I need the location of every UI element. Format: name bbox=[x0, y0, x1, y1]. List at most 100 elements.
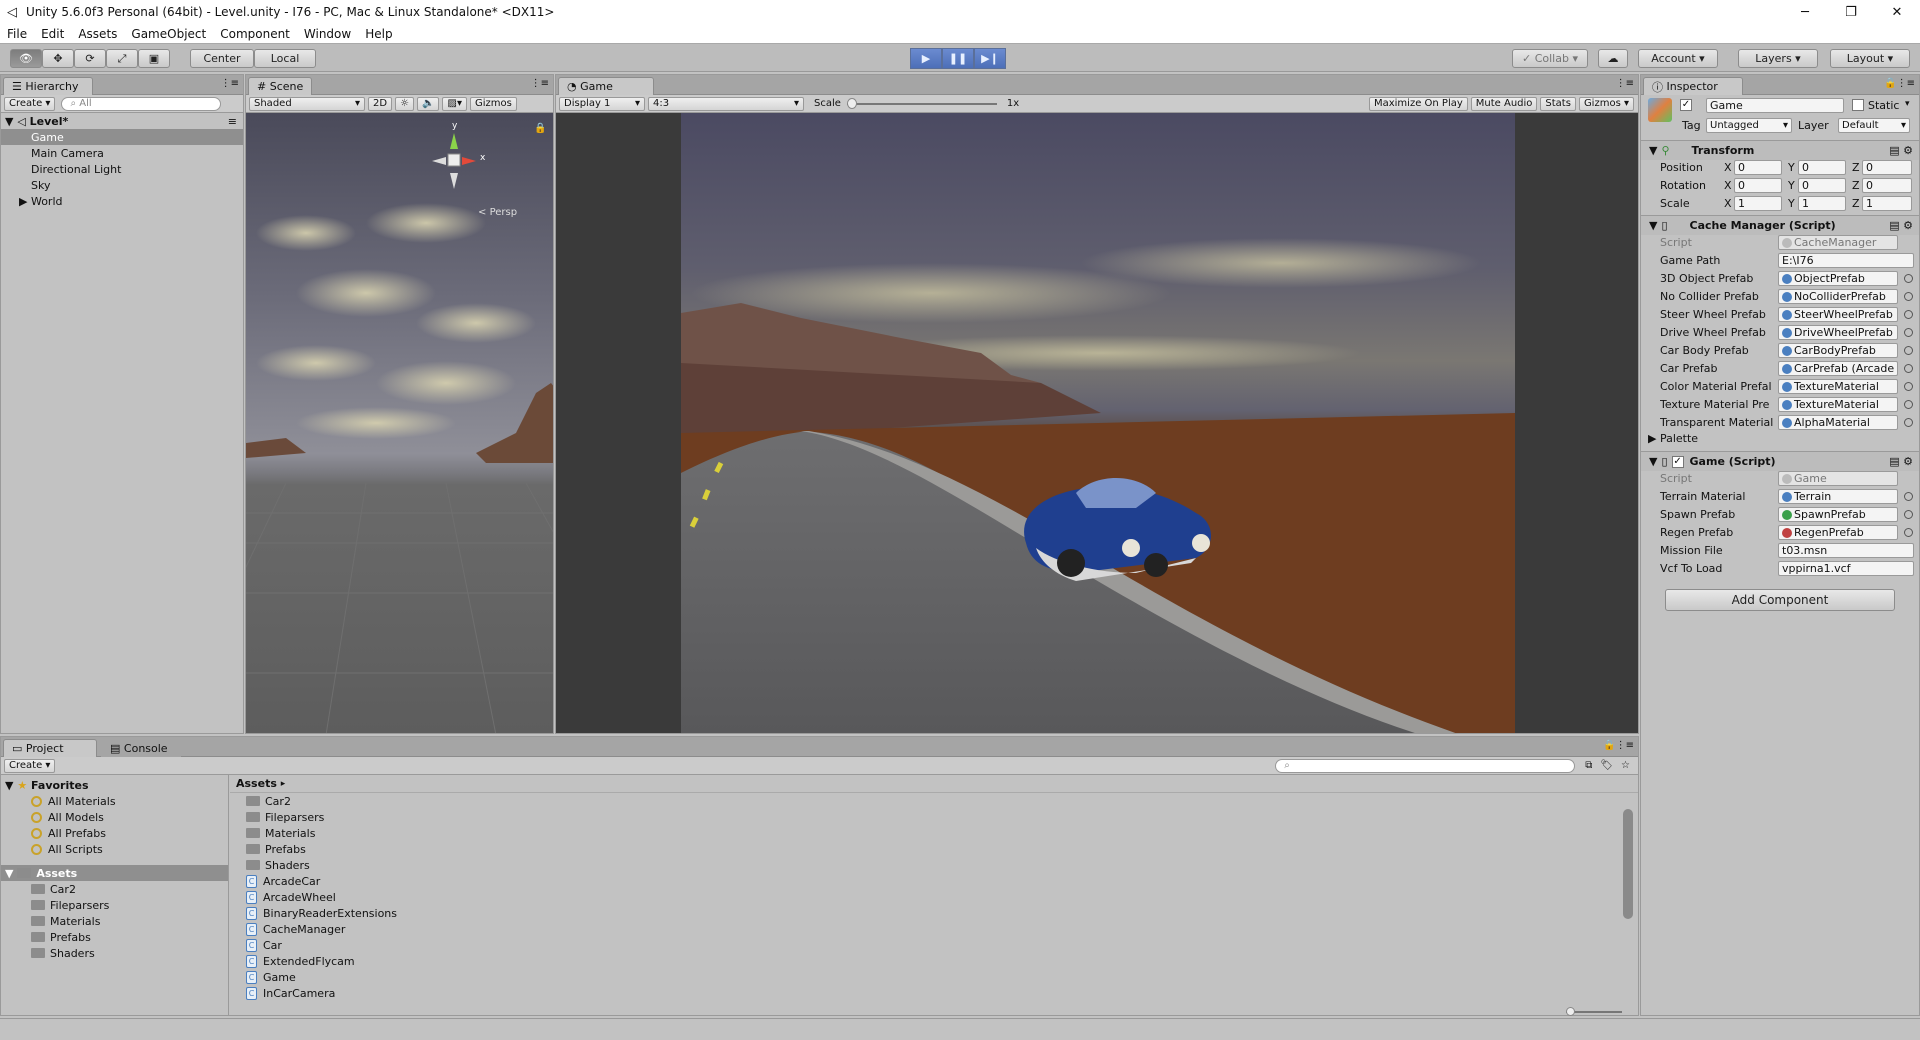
hierarchy-item-directional-light[interactable]: Directional Light bbox=[1, 161, 243, 177]
game-object-field[interactable]: SpawnPrefab bbox=[1778, 507, 1898, 522]
asset-list-item[interactable]: C BinaryReaderExtensions bbox=[246, 905, 1638, 921]
cache-manager-header[interactable]: ▼ ▯ Cache Manager (Script) ▤ ⚙ bbox=[1641, 215, 1919, 235]
stats-toggle[interactable]: Stats bbox=[1540, 96, 1576, 111]
tab-project[interactable]: ▭ Project bbox=[3, 739, 97, 757]
asset-list-item[interactable]: Prefabs bbox=[246, 841, 1638, 857]
aspect-dropdown[interactable]: 4:3 ▾ bbox=[648, 96, 804, 111]
project-create-button[interactable]: Create ▾ bbox=[4, 758, 56, 773]
cache-object-field[interactable]: CarPrefab (Arcade bbox=[1778, 361, 1898, 376]
favorite-item[interactable]: All Materials bbox=[1, 793, 228, 809]
tab-inspector[interactable]: ⓘ Inspector bbox=[1643, 77, 1743, 95]
menu-file[interactable]: File bbox=[0, 27, 34, 41]
palette-foldout[interactable]: ▶ Palette bbox=[1648, 432, 1698, 445]
asset-list-item[interactable]: Shaders bbox=[246, 857, 1638, 873]
cache-manager-script-field[interactable]: CacheManager bbox=[1778, 235, 1898, 250]
asset-folder-item[interactable]: Car2 bbox=[1, 881, 228, 897]
scene-root-level[interactable]: ▼ ◁ Level* ≡ bbox=[1, 113, 243, 129]
hierarchy-item-game[interactable]: Game bbox=[1, 129, 243, 145]
hierarchy-search-input[interactable]: ⌕ All bbox=[61, 96, 222, 111]
object-picker-icon[interactable] bbox=[1904, 492, 1913, 501]
cache-object-field[interactable]: NoColliderPrefab bbox=[1778, 289, 1898, 304]
layers-dropdown[interactable]: Layers ▾ bbox=[1738, 49, 1818, 68]
panel-menu-icon[interactable]: 🔒⋮≡ bbox=[1603, 740, 1634, 751]
scale-tool-button[interactable]: ⤢ bbox=[106, 49, 138, 68]
game-viewport[interactable] bbox=[556, 113, 1638, 733]
cache-object-field[interactable]: TextureMaterial bbox=[1778, 379, 1898, 394]
asset-list-item[interactable]: C ArcadeWheel bbox=[246, 889, 1638, 905]
layer-dropdown[interactable]: Default ▾ bbox=[1838, 118, 1910, 133]
transform-x-input[interactable]: 1 bbox=[1734, 196, 1782, 211]
audio-toggle[interactable]: 🔈 bbox=[417, 96, 440, 111]
favorite-item[interactable]: All Prefabs bbox=[1, 825, 228, 841]
layout-dropdown[interactable]: Layout ▾ bbox=[1830, 49, 1910, 68]
scene-menu-icon[interactable]: ≡ bbox=[228, 115, 237, 128]
hierarchy-item-main-camera[interactable]: Main Camera bbox=[1, 145, 243, 161]
filter-by-label-icon[interactable]: 🏷 bbox=[1600, 760, 1613, 771]
scale-slider-thumb[interactable] bbox=[846, 97, 857, 109]
toggle-2d-button[interactable]: 2D bbox=[368, 96, 393, 111]
static-dropdown-arrow[interactable]: ▾ bbox=[1905, 99, 1910, 109]
menu-window[interactable]: Window bbox=[297, 27, 358, 41]
icon-size-slider-thumb[interactable] bbox=[1566, 1007, 1575, 1016]
lighting-toggle[interactable]: ☼ bbox=[395, 96, 415, 111]
asset-list-item[interactable]: C ArcadeCar bbox=[246, 873, 1638, 889]
component-settings-icon[interactable]: ▤ ⚙ bbox=[1889, 219, 1913, 232]
game-script-enabled-checkbox[interactable]: ✓ bbox=[1671, 455, 1684, 468]
object-picker-icon[interactable] bbox=[1904, 418, 1913, 427]
close-button[interactable]: ✕ bbox=[1874, 0, 1920, 24]
cache-object-field[interactable]: DriveWheelPrefab bbox=[1778, 325, 1898, 340]
asset-list-item[interactable]: C ExtendedFlycam bbox=[246, 953, 1638, 969]
game-gizmos-dropdown[interactable]: Gizmos ▾ bbox=[1578, 96, 1634, 111]
transform-y-input[interactable]: 0 bbox=[1798, 178, 1846, 193]
game-object-field[interactable]: RegenPrefab bbox=[1778, 525, 1898, 540]
cache-object-field[interactable]: TextureMaterial bbox=[1778, 397, 1898, 412]
panel-menu-icon[interactable]: ⋮≡ bbox=[1616, 78, 1634, 89]
asset-list-item[interactable]: Car2 bbox=[246, 793, 1638, 809]
menu-component[interactable]: Component bbox=[213, 27, 297, 41]
pivot-local-button[interactable]: Local bbox=[254, 49, 316, 68]
static-checkbox[interactable] bbox=[1852, 99, 1864, 111]
asset-folder-item[interactable]: Materials bbox=[1, 913, 228, 929]
panel-menu-icon[interactable]: ⋮≡ bbox=[531, 78, 549, 89]
vcf-input[interactable]: vppirna1.vcf bbox=[1778, 561, 1914, 576]
add-component-button[interactable]: Add Component bbox=[1665, 589, 1895, 611]
favorite-item[interactable]: All Models bbox=[1, 809, 228, 825]
object-picker-icon[interactable] bbox=[1904, 510, 1913, 519]
object-name-field[interactable]: Game bbox=[1706, 98, 1844, 113]
transform-y-input[interactable]: 1 bbox=[1798, 196, 1846, 211]
tag-dropdown[interactable]: Untagged ▾ bbox=[1706, 118, 1792, 133]
component-settings-icon[interactable]: ▤ ⚙ bbox=[1889, 455, 1913, 468]
menu-help[interactable]: Help bbox=[358, 27, 399, 41]
hierarchy-item-world[interactable]: ▶ World bbox=[1, 193, 243, 209]
tab-console[interactable]: ▤ Console bbox=[101, 739, 181, 757]
filter-by-type-icon[interactable]: ⧉ bbox=[1585, 760, 1592, 771]
asset-list-item[interactable]: C Game bbox=[246, 969, 1638, 985]
mute-audio-toggle[interactable]: Mute Audio bbox=[1470, 96, 1538, 111]
object-picker-icon[interactable] bbox=[1904, 382, 1913, 391]
breadcrumb[interactable]: Assets ▸ bbox=[230, 775, 1638, 793]
menu-edit[interactable]: Edit bbox=[34, 27, 71, 41]
favorites-header[interactable]: ▼ ★ Favorites bbox=[1, 777, 228, 793]
cache-object-field[interactable]: CarBodyPrefab bbox=[1778, 343, 1898, 358]
asset-list-item[interactable]: C CacheManager bbox=[246, 921, 1638, 937]
icon-size-slider[interactable] bbox=[1566, 1007, 1622, 1016]
object-picker-icon[interactable] bbox=[1904, 328, 1913, 337]
object-picker-icon[interactable] bbox=[1904, 274, 1913, 283]
active-checkbox[interactable]: ✓ bbox=[1680, 99, 1692, 111]
favorite-item[interactable]: All Scripts bbox=[1, 841, 228, 857]
game-script-field[interactable]: Game bbox=[1778, 471, 1898, 486]
asset-list-item[interactable]: C Car bbox=[246, 937, 1638, 953]
effects-dropdown[interactable]: ▨ ▾ bbox=[442, 96, 467, 111]
component-settings-icon[interactable]: ▤ ⚙ bbox=[1889, 144, 1913, 157]
transform-x-input[interactable]: 0 bbox=[1734, 160, 1782, 175]
panel-menu-icon[interactable]: ⋮≡ bbox=[221, 78, 239, 89]
tab-hierarchy[interactable]: ☰ Hierarchy bbox=[3, 77, 93, 95]
menu-gameobject[interactable]: GameObject bbox=[124, 27, 213, 41]
cloud-button[interactable]: ☁ bbox=[1598, 49, 1628, 68]
panel-menu-icon[interactable]: 🔒⋮≡ bbox=[1884, 78, 1915, 89]
shading-mode-dropdown[interactable]: Shaded ▾ bbox=[249, 96, 365, 111]
transform-z-input[interactable]: 1 bbox=[1862, 196, 1912, 211]
asset-list-item[interactable]: C InCarCamera bbox=[246, 985, 1638, 1001]
transform-x-input[interactable]: 0 bbox=[1734, 178, 1782, 193]
lock-icon[interactable]: 🔒 bbox=[534, 123, 546, 134]
